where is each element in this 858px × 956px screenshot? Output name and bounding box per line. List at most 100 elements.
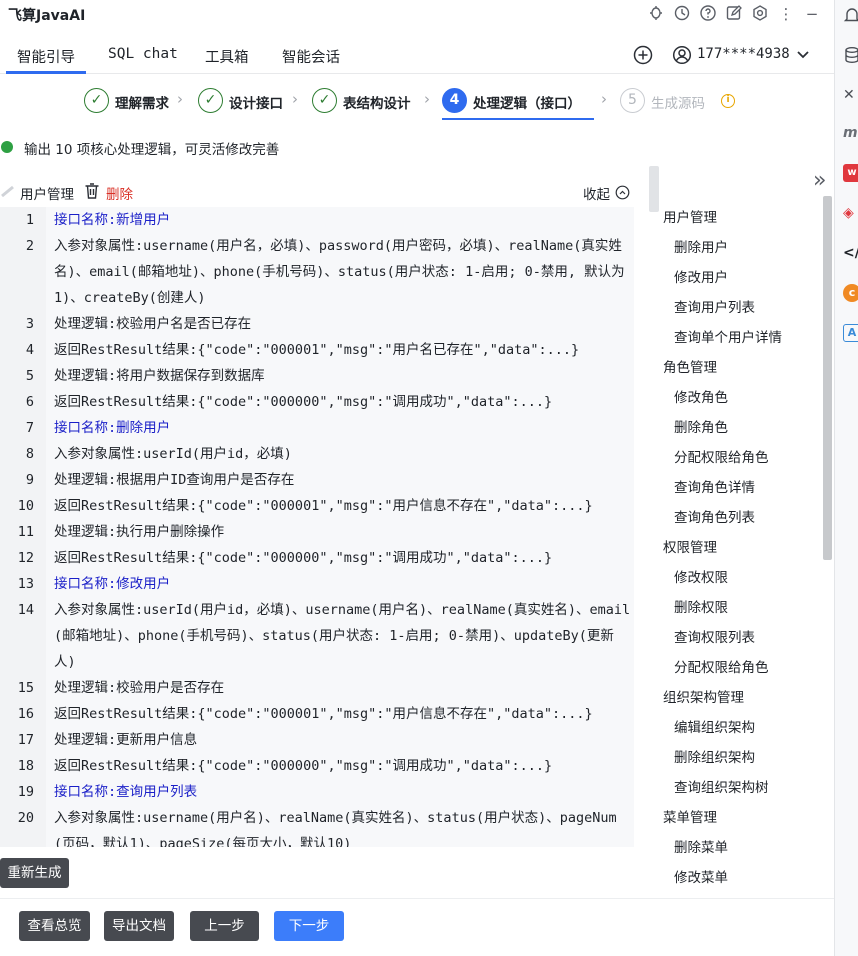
tree-group[interactable]: 角色管理 — [663, 356, 717, 376]
line-number: 16 — [17, 706, 34, 722]
line-text: 返回RestResult结果:{"code":"000000","msg":"调… — [54, 394, 553, 410]
tree-item[interactable]: 修改角色 — [674, 386, 728, 406]
step-label: 生成源码 — [651, 96, 705, 112]
line-number: 1 — [25, 212, 34, 228]
export-doc-button[interactable]: 导出文档 — [104, 911, 174, 941]
line-number: 7 — [25, 420, 34, 436]
cube-icon[interactable]: ◈ — [843, 204, 858, 222]
tree-item[interactable]: 修改用户 — [674, 266, 728, 286]
tab-guide[interactable]: 智能引导 — [17, 46, 75, 67]
add-icon[interactable] — [632, 44, 654, 66]
minimize-icon[interactable]: − — [802, 4, 822, 24]
tree-item[interactable]: 删除用户 — [674, 236, 728, 256]
tree-item[interactable]: 分配权限给角色 — [674, 656, 769, 676]
line-text: 处理逻辑:更新用户信息 — [54, 732, 198, 748]
trash-icon[interactable] — [84, 182, 100, 200]
overview-button[interactable]: 查看总览 — [19, 911, 90, 941]
tree-item[interactable]: 分配权限给角色 — [674, 446, 769, 466]
line-text: 接口名称:新增用户 — [54, 212, 171, 228]
maven-icon[interactable]: m — [843, 124, 858, 142]
tree-item[interactable]: 删除菜单 — [674, 836, 728, 856]
chevron-right-icon: › — [177, 90, 183, 108]
tree-item[interactable]: 查询组织架构树 — [674, 776, 769, 796]
tree-group[interactable]: 权限管理 — [663, 536, 717, 556]
regenerate-button[interactable]: 重新生成 — [0, 858, 69, 888]
step-label: 理解需求 — [115, 96, 169, 112]
tree-item[interactable]: 查询用户列表 — [674, 296, 755, 316]
delete-button[interactable]: 删除 — [106, 183, 133, 203]
more-icon[interactable]: ⋮ — [776, 4, 796, 24]
line-number: 9 — [25, 472, 34, 488]
title-bar: 飞算JavaAI ⋮ − — [0, 0, 834, 30]
line-number: 12 — [17, 550, 34, 566]
status-text: 输出 10 项核心处理逻辑，可灵活修改完善 — [24, 142, 280, 158]
line-number: 11 — [17, 524, 34, 540]
tree-item[interactable]: 查询单个用户详情 — [674, 326, 782, 346]
line-text: 返回RestResult结果:{"code":"000000","msg":"调… — [54, 758, 553, 774]
assistant-icon[interactable]: c — [843, 284, 858, 302]
tab-sql-chat[interactable]: SQL chat — [108, 46, 178, 62]
prev-step-button[interactable]: 上一步 — [190, 911, 259, 941]
info-icon[interactable]: i — [721, 94, 735, 108]
vertical-scrollbar[interactable] — [823, 196, 832, 560]
plugin-icon[interactable] — [646, 4, 666, 24]
api-tree: 用户管理删除用户修改用户查询用户列表查询单个用户详情角色管理修改角色删除角色分配… — [648, 166, 824, 892]
line-number: 18 — [17, 758, 34, 774]
line-text: 返回RestResult结果:{"code":"000001","msg":"用… — [54, 342, 580, 358]
ide-side-toolbar: ✕ m w ◈ </ c A — [834, 0, 858, 956]
logic-editor[interactable]: 1 接口名称:新增用户 2 入参对象属性:username(用户名，必填)、passw… — [0, 207, 634, 847]
tree-group[interactable]: 组织架构管理 — [663, 686, 744, 706]
chevron-right-icon: › — [601, 90, 607, 108]
line-text: 返回RestResult结果:{"code":"000001","msg":"用… — [54, 498, 593, 514]
avatar-icon — [672, 45, 692, 65]
history-icon[interactable] — [672, 4, 692, 24]
tree-item[interactable]: 删除组织架构 — [674, 746, 755, 766]
ai-icon[interactable]: ✕ — [843, 86, 858, 104]
tree-group[interactable]: 用户管理 — [663, 206, 717, 226]
settings-icon[interactable] — [750, 4, 770, 24]
main-tabs: 智能引导 SQL chat 工具箱 智能会话 177****4938 — [0, 36, 834, 74]
notification-icon[interactable] — [843, 6, 858, 24]
line-number: 5 — [25, 368, 34, 384]
line-number: 3 — [25, 316, 34, 332]
tree-item[interactable]: 查询角色列表 — [674, 506, 755, 526]
tree-item[interactable]: 查询权限列表 — [674, 626, 755, 646]
database-icon[interactable] — [843, 46, 858, 64]
tree-item[interactable]: 删除权限 — [674, 596, 728, 616]
double-chevron-right-icon[interactable]: » — [813, 168, 826, 193]
next-step-button[interactable]: 下一步 — [274, 911, 344, 941]
tab-smart-chat[interactable]: 智能会话 — [282, 46, 340, 67]
line-text: 入参对象属性:userId(用户id，必填)、username(用户名)、rea… — [54, 602, 631, 670]
tree-item[interactable]: 修改权限 — [674, 566, 728, 586]
step-label: 表结构设计 — [343, 96, 411, 112]
line-number: 17 — [17, 732, 34, 748]
collapse-button[interactable]: 收起 — [583, 183, 630, 203]
step-label: 设计接口 — [229, 96, 283, 112]
line-text: 处理逻辑:根据用户ID查询用户是否存在 — [54, 472, 295, 488]
chevron-right-icon: › — [424, 90, 430, 108]
line-text: 接口名称:删除用户 — [54, 420, 171, 436]
line-number: 14 — [17, 602, 34, 618]
tree-item[interactable]: 删除角色 — [674, 416, 728, 436]
code-icon[interactable]: </ — [843, 244, 858, 262]
tree-group[interactable]: 菜单管理 — [663, 806, 717, 826]
line-number: 20 — [17, 810, 34, 826]
help-icon[interactable] — [698, 4, 718, 24]
user-phone: 177****4938 — [697, 46, 790, 62]
line-text: 返回RestResult结果:{"code":"000001","msg":"用… — [54, 706, 593, 722]
line-text: 入参对象属性:username(用户名)、realName(真实姓名)、stat… — [54, 810, 617, 847]
tree-item[interactable]: 编辑组织架构 — [674, 716, 755, 736]
line-text: 接口名称:查询用户列表 — [54, 784, 198, 800]
line-text: 入参对象属性:userId(用户id，必填) — [54, 446, 292, 462]
line-text: 处理逻辑:校验用户是否存在 — [54, 680, 225, 696]
group-title: 用户管理 — [20, 187, 74, 203]
translate-icon[interactable]: A — [843, 324, 858, 342]
line-text: 处理逻辑:将用户数据保存到数据库 — [54, 368, 265, 384]
plugin-badge-icon[interactable]: w — [843, 164, 858, 182]
edit-icon[interactable] — [724, 4, 744, 24]
drag-handle-icon[interactable] — [1, 185, 15, 197]
success-icon — [1, 141, 13, 153]
tree-item[interactable]: 查询角色详情 — [674, 476, 755, 496]
tree-item[interactable]: 修改菜单 — [674, 866, 728, 886]
tab-toolbox[interactable]: 工具箱 — [205, 46, 249, 67]
